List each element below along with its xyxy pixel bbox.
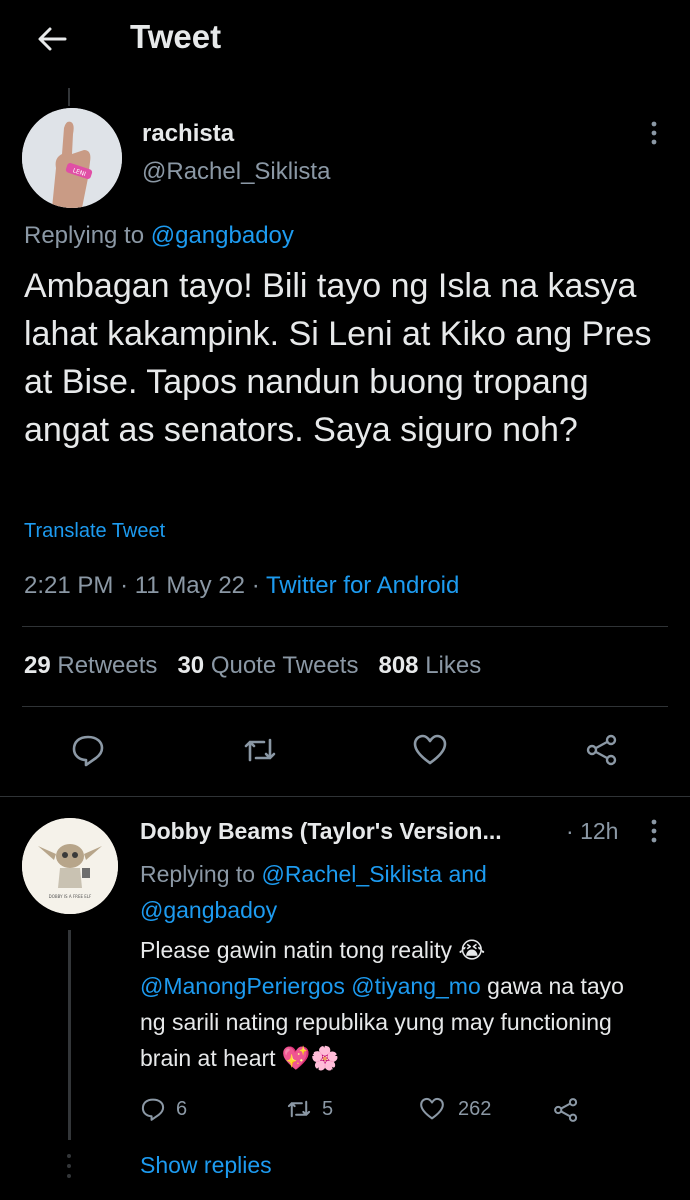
page-title: Tweet [130,18,222,55]
like-count: 262 [458,1097,492,1120]
tweet-text: Ambagan tayo! Bili tayo ng Isla na kasya… [24,267,652,449]
meta-separator: · [120,572,129,599]
back-button[interactable] [34,22,70,56]
heart-icon [413,734,447,765]
retweet-icon [287,1100,311,1118]
likes-stat[interactable]: 808 Likes [378,652,481,679]
reply-button[interactable] [70,732,106,768]
replying-to: Replying to @gangbadoy [24,222,294,250]
thread-connector [68,88,70,106]
likes-label: Likes [425,652,482,679]
reply-text-part1: Please gawin natin tong reality [140,937,452,963]
arrow-left-icon [38,27,67,51]
retweets-stat[interactable]: 29 Retweets [24,652,157,679]
reply-count: 6 [176,1097,188,1120]
more-vertical-icon [651,819,657,843]
divider [22,626,668,627]
tweet-source-link[interactable]: Twitter for Android [266,572,459,599]
crying-emoji-icon: 😭 [458,937,486,963]
share-icon [554,1098,578,1122]
retweet-button[interactable] [242,732,278,768]
cherry-blossom-emoji-icon: 🌸 [310,1045,340,1071]
thread-line [68,930,71,1140]
reply-text: Please gawin natin tong reality 😭 @Manon… [140,932,650,1076]
reply-like-button[interactable]: 262 [418,1096,491,1122]
likes-count: 808 [378,652,419,679]
share-button[interactable] [584,732,620,768]
thread-continue-dots [66,1150,72,1186]
author-avatar[interactable]: LENI [22,108,122,208]
replying-prefix: Replying to [24,222,145,249]
retweets-label: Retweets [57,652,158,679]
more-options-button[interactable] [644,118,664,148]
reply-author-avatar[interactable]: DOBBY IS A FREE ELF [22,818,118,914]
reply-replying-to: Replying to @Rachel_Siklista and @gangba… [140,856,580,928]
author-name[interactable]: rachista [142,120,234,148]
like-button[interactable] [412,732,448,768]
divider [22,706,668,707]
sparkling-heart-emoji-icon: 💖 [281,1045,311,1071]
reply-reply-button[interactable]: 6 [140,1096,187,1122]
reply-icon [72,735,104,767]
tweet-stats: 29 Retweets 30 Quote Tweets 808 Likes [24,652,481,680]
mention-link-1[interactable]: @ManongPeriergos [140,973,345,999]
reply-share-button[interactable] [552,1096,580,1129]
reply-time-separator: · [566,818,574,844]
avatar-caption: DOBBY IS A FREE ELF [49,894,92,899]
retweet-count: 5 [322,1097,334,1120]
quotes-label: Quote Tweets [210,652,359,679]
tweet-date: 11 May 22 [134,572,246,599]
heart-icon [420,1097,444,1120]
retweet-icon [244,738,276,762]
reply-replying-prefix: Replying to [140,861,256,887]
mention-link-2[interactable]: @tiyang_mo [351,973,480,999]
dobby-avatar-image: DOBBY IS A FREE ELF [22,818,118,914]
meta-separator-2: · [251,572,260,599]
reply-retweet-button[interactable]: 5 [286,1096,333,1122]
quotes-count: 30 [177,652,205,679]
reply-time: · 12h [566,818,618,845]
tweet-time: 2:21 PM [24,572,114,599]
reply-icon [141,1098,165,1121]
share-icon [586,734,617,766]
author-handle[interactable]: @Rachel_Siklista [142,158,330,186]
reply-author-name[interactable]: Dobby Beams (Taylor's Version... [140,818,502,845]
translate-tweet-link[interactable]: Translate Tweet [24,520,165,543]
replying-to-link[interactable]: @gangbadoy [151,222,294,249]
divider [0,796,690,797]
tweet-meta: 2:21 PM · 11 May 22 · Twitter for Androi… [24,572,459,600]
show-replies-link[interactable]: Show replies [140,1152,272,1179]
more-dots-icon [67,1154,71,1178]
quotes-stat[interactable]: 30 Quote Tweets [177,652,358,679]
replying-to-link-2[interactable]: @gangbadoy [140,897,277,923]
more-vertical-icon [651,121,657,145]
hand-gesture-avatar-image: LENI [22,108,122,208]
reply-more-options-button[interactable] [644,816,664,846]
reply-time-value: 12h [580,818,619,844]
replying-to-link-1[interactable]: @Rachel_Siklista [261,861,442,887]
replying-joiner: and [448,861,487,887]
retweets-count: 29 [24,652,51,679]
